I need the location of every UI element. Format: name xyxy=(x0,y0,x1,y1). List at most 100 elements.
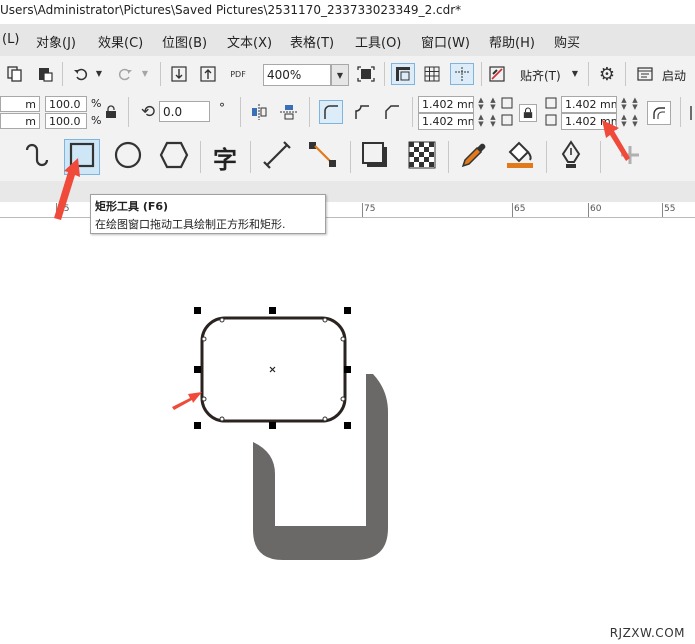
corner-bottom-left-icon xyxy=(501,114,513,126)
corner-bottom-right-icon xyxy=(545,114,557,126)
scalloped-corner-icon[interactable] xyxy=(350,100,374,124)
menu-item-table[interactable]: 表格(T) xyxy=(290,32,334,51)
rotation-angle-field[interactable]: 0.0 xyxy=(159,101,210,122)
checker-icon xyxy=(407,140,437,174)
undo-icon[interactable] xyxy=(72,65,90,83)
selection-handle xyxy=(194,422,201,429)
full-screen-icon[interactable] xyxy=(356,65,376,83)
pen-tool[interactable] xyxy=(553,139,589,175)
toolbar-divider xyxy=(62,62,63,86)
curve-icon xyxy=(23,140,51,174)
menu-item-layout[interactable]: (L) xyxy=(2,32,19,47)
menu-item-effects[interactable]: 效果(C) xyxy=(98,32,143,51)
corner-radius-bottom-right-field[interactable]: 1.402 mm xyxy=(561,113,617,130)
export-icon[interactable] xyxy=(199,65,217,83)
spin-arrows-icon[interactable]: ▲ ▼ xyxy=(475,114,487,128)
publish-pdf-button[interactable]: PDF xyxy=(227,64,249,84)
round-corner-icon[interactable] xyxy=(319,100,343,124)
degree-symbol: ° xyxy=(219,101,225,115)
pen-nib-icon xyxy=(558,140,584,174)
scale-y-field[interactable]: 100.0 xyxy=(45,113,87,129)
snap-off-icon[interactable] xyxy=(488,65,506,83)
transparency-tool[interactable] xyxy=(404,139,440,175)
toolbox-divider xyxy=(448,141,449,173)
toolbar-divider xyxy=(240,97,241,127)
corner-node xyxy=(322,416,328,422)
toolbar-divider xyxy=(481,62,482,86)
redo-dropdown-icon[interactable]: ▼ xyxy=(140,67,150,79)
menu-item-buy[interactable]: 购买 xyxy=(554,32,580,51)
freehand-curve-tool[interactable] xyxy=(19,139,55,175)
selection-handle xyxy=(344,366,351,373)
menu-item-help[interactable]: 帮助(H) xyxy=(489,32,535,51)
redo-icon[interactable] xyxy=(116,65,134,83)
ruler-tick xyxy=(512,203,513,217)
show-rulers-icon[interactable] xyxy=(391,63,415,85)
scale-x-field[interactable]: 100.0 xyxy=(45,96,87,112)
size-x-field[interactable]: m xyxy=(0,96,40,112)
toolbox-divider xyxy=(200,141,201,173)
dimension-icon xyxy=(262,140,292,174)
ruler-tick xyxy=(588,203,589,217)
selection-handle xyxy=(269,422,276,429)
spin-arrows-icon[interactable]: ▲ ▼ xyxy=(629,97,641,111)
hexagon-icon xyxy=(159,140,189,174)
launch-label[interactable]: 启动 xyxy=(662,67,686,84)
paste-icon[interactable] xyxy=(36,65,54,83)
gear-icon[interactable]: ⚙ xyxy=(597,64,617,85)
mirror-vertical-icon[interactable] xyxy=(278,102,300,122)
text-tool[interactable]: 字 xyxy=(207,139,243,175)
interactive-fill-tool[interactable] xyxy=(502,139,538,175)
menu-item-bitmap[interactable]: 位图(B) xyxy=(162,32,207,51)
spin-arrows-icon[interactable]: ▲ ▼ xyxy=(475,97,487,111)
zoom-level-field[interactable]: 400% xyxy=(263,64,331,86)
launch-icon[interactable] xyxy=(636,65,654,83)
menu-item-object[interactable]: 对象(J) xyxy=(36,32,76,51)
relative-corner-scaling-icon[interactable] xyxy=(647,101,671,125)
spin-arrows-icon[interactable]: ▲ ▼ xyxy=(487,97,499,111)
ruler-tick-label: 75 xyxy=(364,204,376,214)
drawing-canvas[interactable] xyxy=(0,219,695,644)
show-guidelines-icon[interactable] xyxy=(450,63,474,85)
standard-toolbar: ▼ ▼ PDF 400% ▼ 贴齐(T) ▼ ⚙ 启动 xyxy=(0,56,695,92)
menu-item-window[interactable]: 窗口(W) xyxy=(421,32,470,51)
undo-dropdown-icon[interactable]: ▼ xyxy=(94,67,104,79)
corner-node xyxy=(340,336,346,342)
add-tool[interactable] xyxy=(612,139,648,175)
dimension-tool[interactable] xyxy=(259,139,295,175)
ruler-tick-label: 60 xyxy=(590,204,602,214)
snap-dropdown-icon[interactable]: ▼ xyxy=(570,67,580,79)
wrap-text-icon[interactable] xyxy=(686,104,695,122)
toolbox: 字 xyxy=(0,133,695,181)
spin-arrows-icon[interactable]: ▲ ▼ xyxy=(487,114,499,128)
corner-node xyxy=(219,416,225,422)
rectangle-tool[interactable] xyxy=(64,139,100,175)
drop-shadow-tool[interactable] xyxy=(357,139,393,175)
connector-tool[interactable] xyxy=(305,139,341,175)
spin-arrows-icon[interactable]: ▲ ▼ xyxy=(629,114,641,128)
copy-icon[interactable] xyxy=(6,65,24,83)
menu-item-text[interactable]: 文本(X) xyxy=(227,32,272,51)
chamfered-corner-icon[interactable] xyxy=(380,100,404,124)
corner-radius-top-right-field[interactable]: 1.402 mm xyxy=(561,96,617,113)
eyedropper-tool[interactable] xyxy=(456,139,492,175)
size-y-field[interactable]: m xyxy=(0,113,40,129)
corner-node xyxy=(201,396,207,402)
ruler-tick-label: 65 xyxy=(514,204,526,214)
import-icon[interactable] xyxy=(170,65,188,83)
corner-radius-bottom-left-field[interactable]: 1.402 mm xyxy=(418,113,474,130)
ellipse-tool[interactable] xyxy=(110,139,146,175)
toolbar-divider xyxy=(412,97,413,127)
percent-symbol: % xyxy=(91,114,102,127)
polygon-tool[interactable] xyxy=(156,139,192,175)
zoom-dropdown-icon[interactable]: ▼ xyxy=(331,64,349,86)
mirror-horizontal-icon[interactable] xyxy=(248,102,270,122)
corner-radius-top-left-field[interactable]: 1.402 mm xyxy=(418,96,474,113)
snap-to-label[interactable]: 贴齐(T) xyxy=(520,67,561,84)
rotate-icon: ⟲ xyxy=(140,102,156,122)
selection-handle xyxy=(194,366,201,373)
menu-item-tools[interactable]: 工具(O) xyxy=(355,32,401,51)
show-grid-icon[interactable] xyxy=(423,65,441,83)
lock-ratio-icon[interactable] xyxy=(104,104,118,120)
lock-corners-icon[interactable] xyxy=(519,104,537,122)
